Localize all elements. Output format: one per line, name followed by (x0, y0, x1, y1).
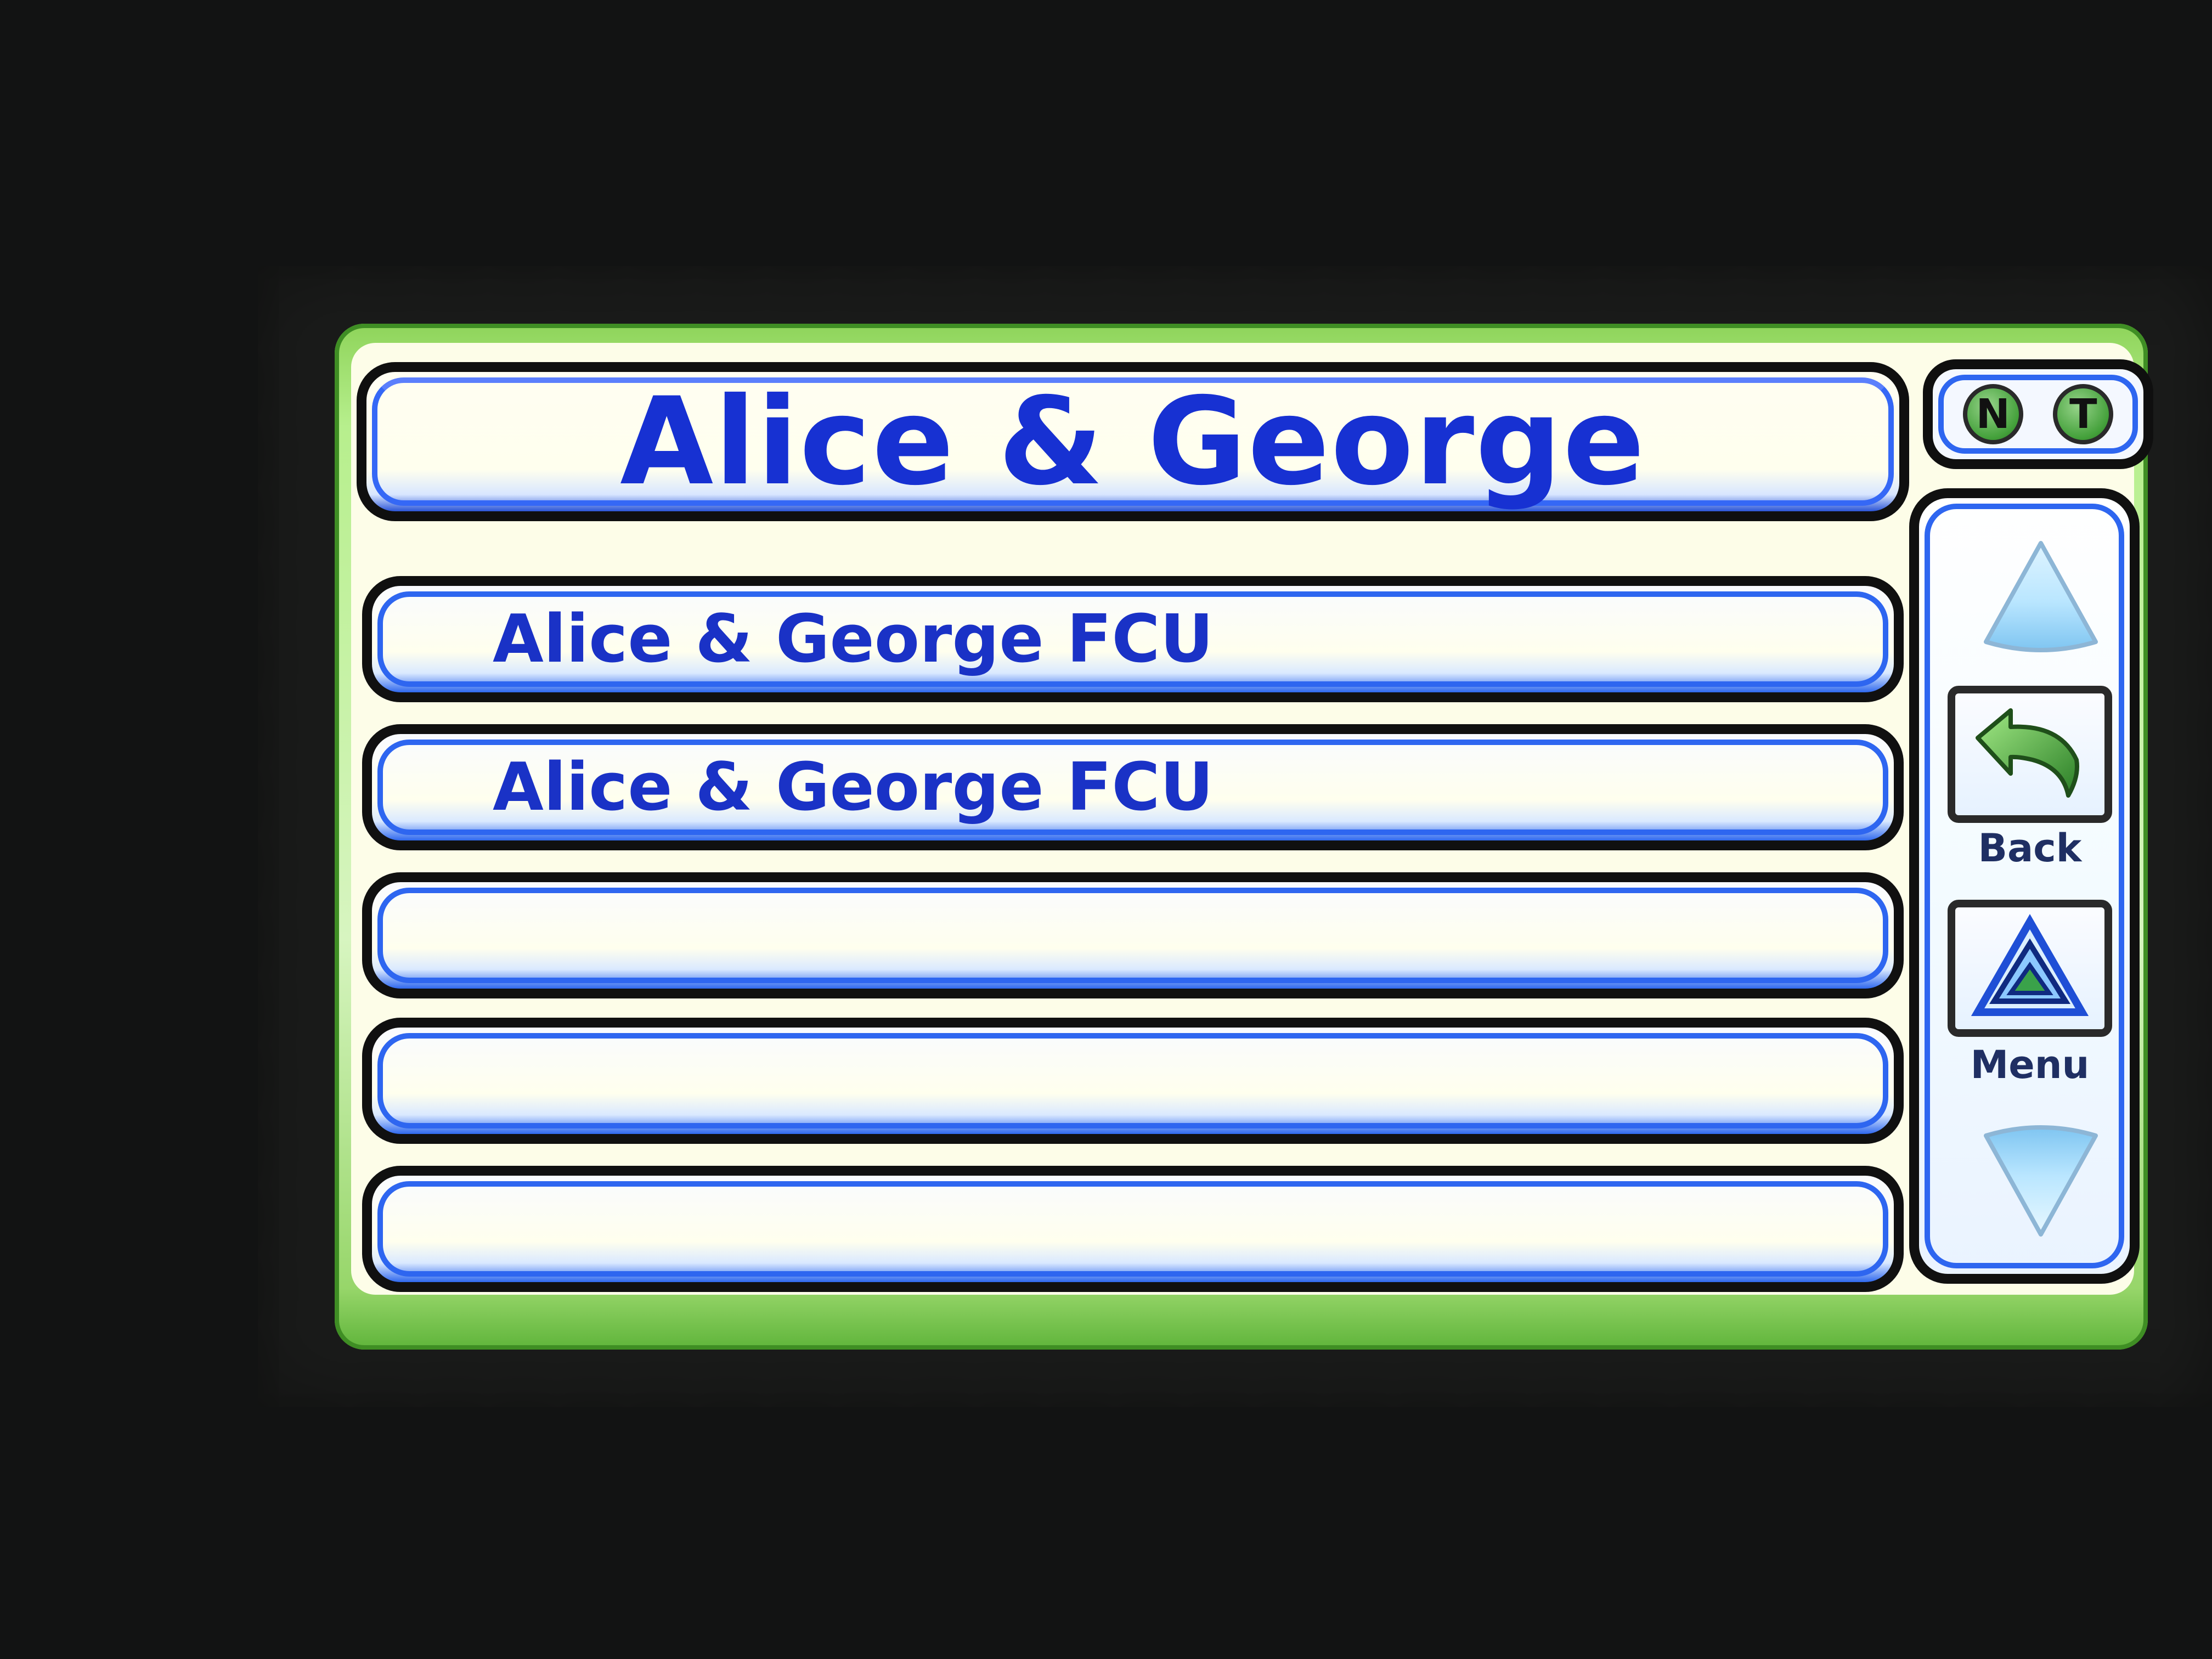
menu-label: Menu (1970, 1042, 2090, 1087)
t-indicator: T (2053, 384, 2114, 444)
down-triangle-icon[interactable] (1975, 1125, 2107, 1245)
page-title: Alice & George (620, 371, 1646, 512)
list-item[interactable] (362, 1018, 1904, 1144)
title-bar: Alice & George (357, 362, 1909, 521)
list-item[interactable]: Alice & George FCU (362, 576, 1904, 702)
network-status-indicators: N T (1923, 359, 2153, 469)
menu-icon (1971, 913, 2089, 1016)
back-label: Back (1978, 826, 2082, 871)
n-indicator: N (1962, 384, 2023, 444)
up-triangle-icon[interactable] (1975, 532, 2107, 653)
back-arrow-icon (1976, 708, 2079, 798)
list-item-label: Alice & George FCU (493, 749, 1214, 826)
list-item[interactable] (362, 872, 1904, 998)
list-item[interactable] (362, 1166, 1904, 1292)
back-button[interactable] (1948, 686, 2112, 823)
list-item-label: Alice & George FCU (493, 601, 1214, 678)
menu-button[interactable] (1948, 900, 2112, 1037)
list-item[interactable]: Alice & George FCU (362, 724, 1904, 850)
